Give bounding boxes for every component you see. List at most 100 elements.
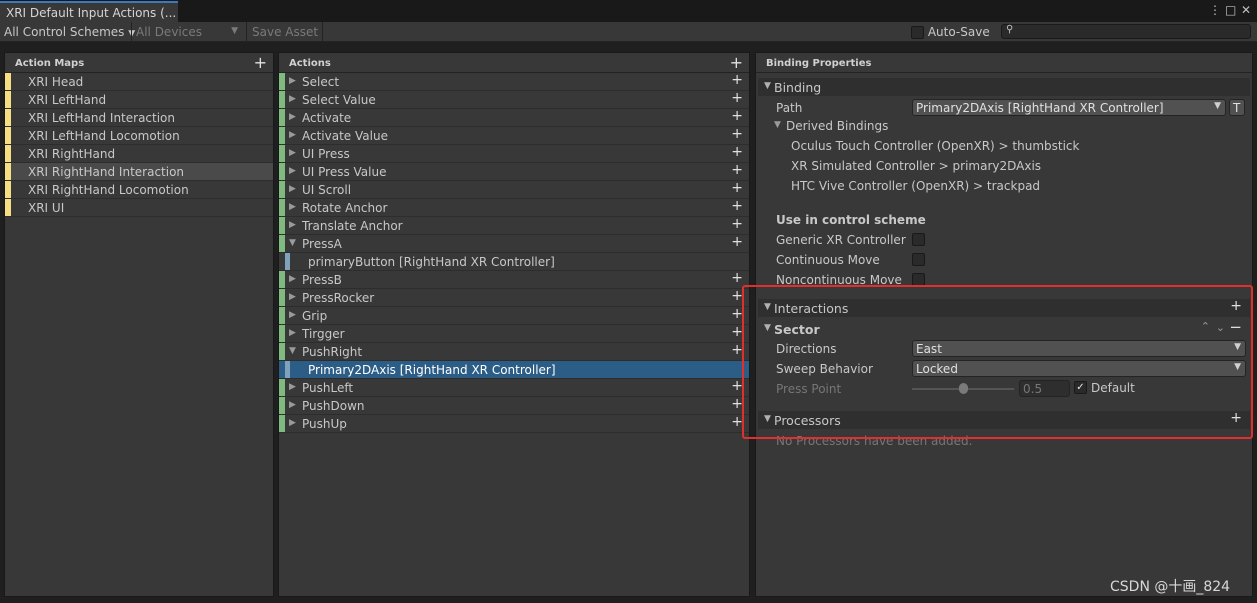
action-item[interactable]: ▶ Activate + [279,108,749,127]
expand-arrow-icon[interactable]: ▶ [289,220,296,230]
save-asset-button[interactable]: Save Asset [248,23,322,41]
add-binding-icon[interactable]: + [731,126,743,142]
action-item[interactable]: ▼ PushRight + [279,342,749,361]
expand-arrow-icon[interactable]: ▶ [289,292,296,302]
toolbar-divider [246,22,247,42]
action-item[interactable]: ▶ Tirgger + [279,324,749,343]
add-action-map-icon[interactable]: + [254,53,267,72]
action-map-label: XRI LeftHand [28,93,107,107]
action-map-item[interactable]: XRI RightHand Locomotion [5,181,273,199]
scheme-checkbox[interactable] [912,253,925,266]
expand-arrow-icon[interactable]: ▶ [289,166,296,176]
expand-arrow-icon[interactable]: ▶ [289,76,296,86]
control-schemes-dropdown[interactable]: All Control Schemes ▼ [0,23,139,41]
expand-arrow-icon[interactable]: ▶ [289,274,296,284]
expand-arrow-icon[interactable]: ▶ [289,184,296,194]
add-binding-icon[interactable]: + [731,162,743,178]
derived-binding-item: Oculus Touch Controller (OpenXR) > thumb… [791,139,1080,153]
add-binding-icon[interactable]: + [731,270,743,286]
action-item[interactable]: ▶ PushLeft + [279,378,749,397]
action-map-label: XRI RightHand [28,147,116,161]
window-tab[interactable]: XRI Default Input Actions (... [0,1,178,22]
action-map-item[interactable]: XRI RightHand [5,145,273,163]
expand-arrow-icon[interactable]: ▶ [289,202,296,212]
action-item[interactable]: ▶ Select + [279,72,749,91]
expand-arrow-icon[interactable]: ▶ [289,148,296,158]
expand-arrow-icon[interactable]: ▶ [289,418,296,428]
binding-item-selected[interactable]: Primary2DAxis [RightHand XR Controller] [279,361,749,379]
devices-dropdown[interactable]: All Devices ▼ [132,23,242,41]
add-binding-icon[interactable]: + [731,90,743,106]
action-color-mark [279,289,285,306]
menu-icon[interactable]: ⋮ [1209,3,1221,17]
path-dropdown[interactable]: Primary2DAxis [RightHand XR Controller] ▼ [912,99,1226,116]
collapse-arrow-icon[interactable]: ▼ [289,346,296,356]
action-item[interactable]: ▶ Rotate Anchor + [279,198,749,217]
add-binding-icon[interactable]: + [731,234,743,250]
action-item[interactable]: ▶ Grip + [279,306,749,325]
action-item[interactable]: ▶ UI Scroll + [279,180,749,199]
add-binding-icon[interactable]: + [731,108,743,124]
add-binding-icon[interactable]: + [731,216,743,232]
add-binding-icon[interactable]: + [731,72,743,88]
action-map-item[interactable]: XRI Head [5,73,273,91]
action-item[interactable]: ▶ UI Press Value + [279,162,749,181]
action-map-item[interactable]: XRI LeftHand Interaction [5,109,273,127]
add-action-icon[interactable]: + [730,53,743,72]
scheme-checkbox[interactable] [912,233,925,246]
expand-arrow-icon[interactable]: ▶ [289,112,296,122]
search-input[interactable]: ⚲ [1001,24,1251,39]
window-tab-bar: XRI Default Input Actions (... ⋮ □ ✕ [0,0,1257,22]
action-map-label: XRI UI [28,201,65,215]
collapse-arrow-icon[interactable]: ▼ [289,238,296,248]
expand-arrow-icon[interactable]: ▶ [289,310,296,320]
expand-arrow-icon[interactable]: ▶ [289,400,296,410]
chevron-down-icon: ▼ [231,26,238,36]
action-item[interactable]: ▶ PushDown + [279,396,749,415]
maximize-icon[interactable]: □ [1225,3,1236,17]
action-color-mark [279,109,285,126]
action-color-mark [279,379,285,396]
action-item[interactable]: ▶ UI Press + [279,144,749,163]
expand-arrow-icon[interactable]: ▶ [289,382,296,392]
action-map-item[interactable]: XRI UI [5,199,273,217]
path-value: Primary2DAxis [RightHand XR Controller] [916,101,1164,115]
binding-section-header[interactable]: ▼ Binding [758,78,1250,96]
action-item[interactable]: ▼ PressA + [279,234,749,253]
action-item[interactable]: ▶ PressRocker + [279,288,749,307]
action-item[interactable]: ▶ PressB + [279,270,749,289]
action-label: Activate [302,111,352,125]
add-binding-icon[interactable]: + [731,180,743,196]
derived-bindings-arrow-icon[interactable]: ▼ [774,120,781,130]
auto-save-toggle[interactable]: Auto-Save [907,23,994,41]
action-map-item[interactable]: XRI LeftHand [5,91,273,109]
expand-arrow-icon[interactable]: ▶ [289,328,296,338]
action-label: Select [302,75,340,89]
action-map-color-mark [5,199,11,216]
close-icon[interactable]: ✕ [1241,3,1251,17]
action-map-label: XRI LeftHand Locomotion [28,129,180,143]
action-item[interactable]: ▶ PushUp + [279,414,749,433]
binding-item[interactable]: primaryButton [RightHand XR Controller] [279,253,749,271]
path-text-mode-button[interactable]: T [1229,99,1245,116]
action-map-item-selected[interactable]: XRI RightHand Interaction [5,163,273,181]
add-binding-icon[interactable]: + [731,198,743,214]
expand-arrow-icon[interactable]: ▶ [289,94,296,104]
search-icon: ⚲ [1006,24,1014,35]
add-binding-icon[interactable]: + [731,144,743,160]
action-map-color-mark [5,109,11,126]
control-schemes-label: All Control Schemes [4,25,125,39]
auto-save-checkbox[interactable] [911,26,924,39]
action-item[interactable]: ▶ Select Value + [279,90,749,109]
action-map-color-mark [5,181,11,198]
action-map-label: XRI LeftHand Interaction [28,111,176,125]
action-map-item[interactable]: XRI LeftHand Locomotion [5,127,273,145]
action-item[interactable]: ▶ Activate Value + [279,126,749,145]
binding-section-label: Binding [774,80,822,95]
action-label: PushLeft [302,381,354,395]
action-label: PushUp [302,417,347,431]
binding-properties-title: Binding Properties [766,58,872,69]
action-item[interactable]: ▶ Translate Anchor + [279,216,749,235]
binding-label: primaryButton [RightHand XR Controller] [308,255,555,269]
expand-arrow-icon[interactable]: ▶ [289,130,296,140]
